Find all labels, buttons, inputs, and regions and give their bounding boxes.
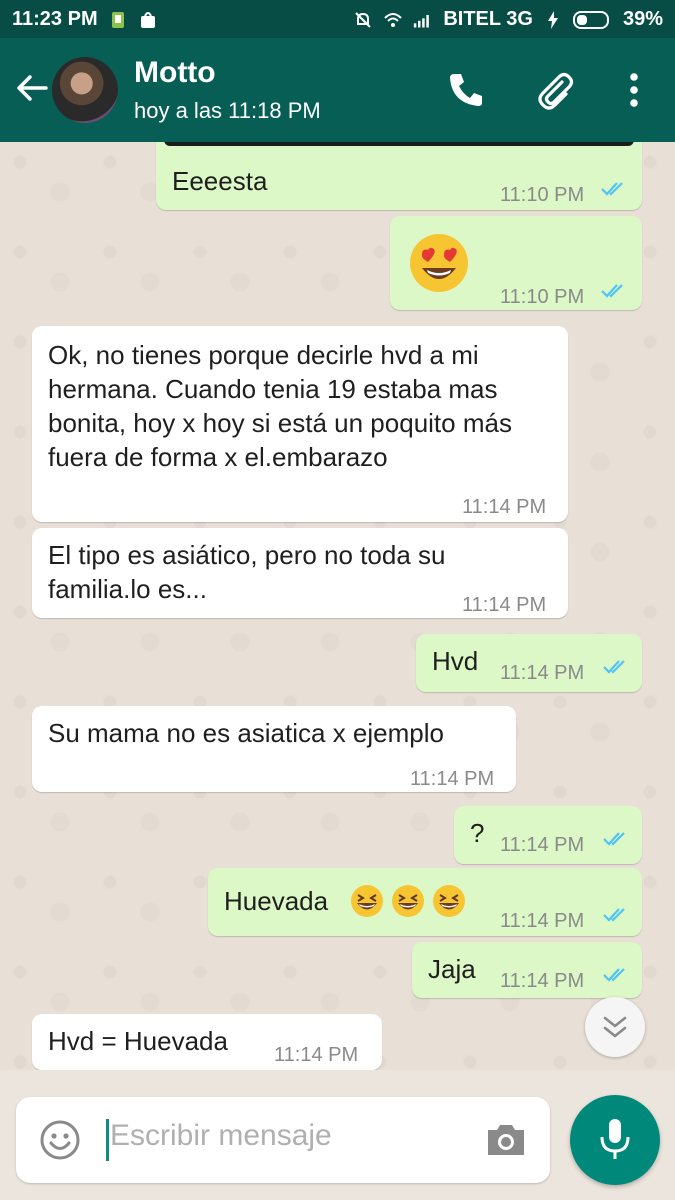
text-cursor bbox=[106, 1119, 109, 1161]
shared-image-edge[interactable] bbox=[164, 142, 634, 146]
last-seen-status: hoy a las 11:18 PM bbox=[134, 98, 321, 123]
message-time: 11:14 PM bbox=[500, 834, 585, 856]
mute-icon bbox=[355, 11, 372, 28]
message-time: 11:14 PM bbox=[500, 662, 585, 684]
message-time: 11:14 PM bbox=[410, 768, 495, 790]
read-receipt-icon bbox=[603, 908, 625, 922]
read-receipt-icon bbox=[601, 284, 623, 298]
message-bubble-outgoing[interactable]: Hvd 11:14 PM bbox=[416, 634, 642, 692]
message-composer: Escribir mensaje bbox=[16, 1097, 550, 1183]
status-time: 11:23 PM bbox=[12, 8, 98, 30]
message-time: 11:10 PM bbox=[500, 184, 585, 206]
read-receipt-icon bbox=[601, 182, 623, 196]
message-time: 11:14 PM bbox=[500, 970, 585, 992]
more-vert-icon[interactable] bbox=[612, 68, 656, 112]
message-text: Huevada bbox=[224, 886, 329, 916]
laughing-emoji-icon bbox=[433, 885, 466, 918]
message-text: Su mama no es asiatica x ejemplo bbox=[48, 718, 444, 748]
heart-eyes-emoji-icon bbox=[410, 234, 468, 292]
status-bar: 11:23 PM BITEL 3G 39% bbox=[0, 0, 675, 38]
message-bubble-incoming[interactable]: Hvd = Huevada 11:14 PM bbox=[32, 1014, 382, 1070]
message-time: 11:14 PM bbox=[274, 1044, 359, 1066]
carrier-name: BITEL 3G bbox=[443, 8, 533, 30]
read-receipt-icon bbox=[603, 832, 625, 846]
laughing-emoji-icon bbox=[392, 885, 425, 918]
camera-icon[interactable] bbox=[484, 1118, 528, 1162]
message-bubble-outgoing[interactable]: ? 11:14 PM bbox=[454, 806, 642, 864]
message-input[interactable]: Escribir mensaje bbox=[110, 1119, 332, 1153]
wifi-icon bbox=[384, 12, 403, 27]
signal-icon bbox=[414, 14, 430, 27]
back-arrow-icon[interactable] bbox=[12, 68, 52, 108]
message-text: Hvd = Huevada bbox=[48, 1026, 228, 1056]
message-time: 11:14 PM bbox=[500, 910, 585, 932]
emoji-icon[interactable] bbox=[38, 1118, 82, 1162]
message-bubble-incoming[interactable]: Su mama no es asiatica x ejemplo 11:14 P… bbox=[32, 706, 516, 792]
battery-percent: 39% bbox=[622, 8, 663, 30]
message-time: 11:14 PM bbox=[462, 594, 547, 616]
contact-avatar[interactable] bbox=[52, 57, 118, 123]
chat-header: Motto hoy a las 11:18 PM bbox=[0, 38, 675, 142]
message-text: Hvd bbox=[432, 646, 479, 676]
voice-message-button[interactable] bbox=[570, 1095, 660, 1185]
message-text: El tipo es asiático, pero no toda su fam… bbox=[48, 540, 446, 604]
message-bubble-outgoing[interactable]: 11:10 PM bbox=[390, 216, 642, 310]
contact-name[interactable]: Motto bbox=[134, 56, 216, 90]
double-chevron-down-icon bbox=[603, 1016, 627, 1038]
message-list[interactable]: Eeeesta 11:10 PM 11:10 PM Ok, no tienes … bbox=[0, 142, 675, 1070]
read-receipt-icon bbox=[603, 968, 625, 982]
read-receipt-icon bbox=[603, 660, 625, 674]
message-text: Jaja bbox=[428, 954, 476, 984]
phone-icon[interactable] bbox=[444, 68, 488, 112]
message-text: ? bbox=[470, 818, 485, 848]
laughing-emoji-group bbox=[350, 882, 466, 918]
battery-icon bbox=[572, 10, 609, 29]
attach-icon[interactable] bbox=[532, 68, 576, 112]
message-bubble-outgoing[interactable]: Huevada 11:14 PM bbox=[208, 868, 642, 936]
message-bubble-outgoing[interactable]: Eeeesta 11:10 PM bbox=[156, 142, 642, 210]
notification-icon bbox=[111, 11, 124, 28]
message-bubble-incoming[interactable]: El tipo es asiático, pero no toda su fam… bbox=[32, 528, 568, 618]
message-time: 11:10 PM bbox=[500, 286, 585, 308]
scroll-to-bottom-button[interactable] bbox=[585, 997, 645, 1057]
store-icon bbox=[140, 11, 155, 28]
message-text: Eeeesta bbox=[172, 166, 268, 196]
message-bubble-incoming[interactable]: Ok, no tienes porque decirle hvd a mi he… bbox=[32, 326, 568, 522]
message-bubble-outgoing[interactable]: Jaja 11:14 PM bbox=[412, 942, 642, 998]
message-time: 11:14 PM bbox=[462, 496, 547, 518]
charging-icon bbox=[547, 10, 558, 29]
laughing-emoji-icon bbox=[351, 885, 383, 918]
message-text: Ok, no tienes porque decirle hvd a mi he… bbox=[48, 340, 512, 472]
mic-icon bbox=[600, 1119, 630, 1159]
